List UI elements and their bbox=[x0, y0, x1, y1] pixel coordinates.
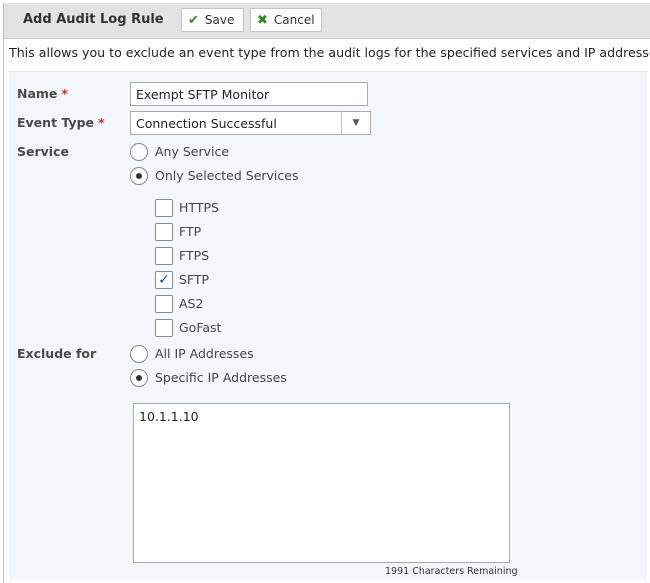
gofast-label: GoFast bbox=[179, 320, 222, 335]
radio-all-ip-addresses[interactable] bbox=[130, 345, 148, 363]
radio-only-selected-services[interactable] bbox=[130, 167, 148, 185]
cancel-button[interactable]: ✖ Cancel bbox=[250, 8, 322, 32]
radio-any-service[interactable] bbox=[130, 143, 148, 161]
checkbox-sftp[interactable]: ✓ bbox=[155, 271, 173, 289]
dialog-header: Add Audit Log Rule ✔ Save ✖ Cancel bbox=[4, 3, 650, 39]
event-type-label-text: Event Type bbox=[17, 115, 95, 130]
event-type-select[interactable]: Connection Successful bbox=[130, 111, 342, 135]
sftp-label: SFTP bbox=[179, 272, 210, 287]
event-type-label: Event Type * bbox=[17, 115, 105, 130]
name-input[interactable]: Exempt SFTP Monitor bbox=[130, 82, 368, 106]
https-label: HTTPS bbox=[179, 200, 219, 215]
required-marker: * bbox=[98, 115, 105, 130]
all-ip-addresses-label: All IP Addresses bbox=[155, 346, 254, 361]
ftps-label: FTPS bbox=[179, 248, 210, 263]
name-label-text: Name bbox=[17, 86, 58, 101]
only-selected-services-label: Only Selected Services bbox=[155, 168, 299, 183]
name-label: Name * bbox=[17, 86, 68, 101]
checkmark-icon: ✔ bbox=[188, 12, 199, 28]
exclude-for-label: Exclude for bbox=[17, 346, 97, 361]
specific-ip-addresses-label: Specific IP Addresses bbox=[155, 370, 287, 385]
close-icon: ✖ bbox=[257, 12, 268, 28]
chevron-down-icon[interactable]: ▼ bbox=[341, 111, 371, 135]
characters-remaining: 1991 Characters Remaining bbox=[385, 566, 518, 577]
ip-addresses-textarea[interactable]: 10.1.1.10 bbox=[133, 403, 510, 563]
checkbox-ftps[interactable] bbox=[155, 247, 173, 265]
required-marker: * bbox=[61, 86, 68, 101]
checkbox-ftp[interactable] bbox=[155, 223, 173, 241]
checkbox-as2[interactable] bbox=[155, 295, 173, 313]
radio-specific-ip-addresses[interactable] bbox=[130, 369, 148, 387]
dialog-title: Add Audit Log Rule bbox=[23, 12, 164, 27]
cancel-label: Cancel bbox=[273, 13, 315, 27]
checkbox-gofast[interactable] bbox=[155, 319, 173, 337]
save-button[interactable]: ✔ Save bbox=[181, 8, 244, 32]
checkbox-https[interactable] bbox=[155, 199, 173, 217]
service-label: Service bbox=[17, 144, 69, 159]
description-text: This allows you to exclude an event type… bbox=[9, 45, 650, 60]
save-label: Save bbox=[204, 13, 235, 27]
as2-label: AS2 bbox=[179, 296, 204, 311]
ftp-label: FTP bbox=[179, 224, 202, 239]
any-service-label: Any Service bbox=[155, 144, 230, 159]
